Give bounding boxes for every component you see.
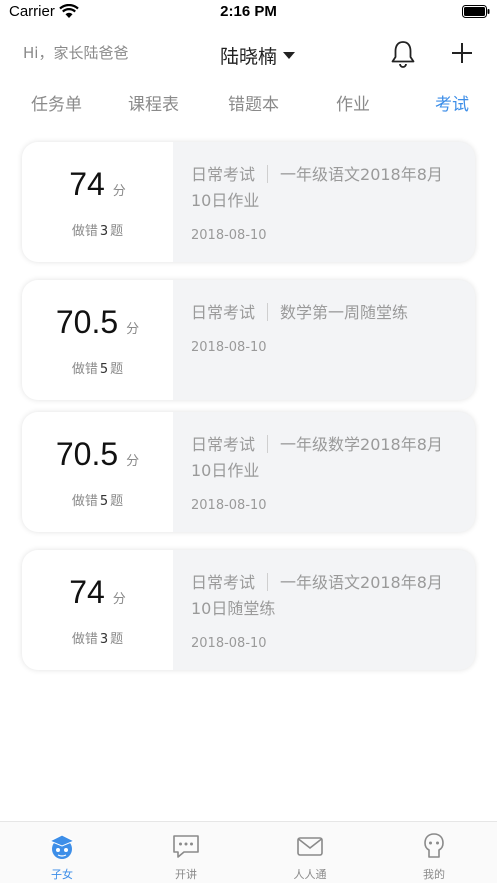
- exam-date: 2018-08-10: [191, 498, 267, 513]
- plus-icon[interactable]: [450, 41, 474, 65]
- exam-title: 数学第一周随堂练: [280, 303, 409, 322]
- exam-title-cont: 10日作业: [191, 191, 260, 210]
- wrong-count: 做错 5 题: [71, 494, 124, 509]
- profile-face-icon: [424, 833, 444, 858]
- wrong-count: 做错 3 题: [71, 224, 124, 239]
- nav-item-profile[interactable]: 我的: [372, 822, 496, 883]
- bell-icon[interactable]: [390, 40, 416, 68]
- tab-mistakes[interactable]: 错题本: [228, 90, 279, 115]
- exam-type: 日常考试: [191, 573, 256, 592]
- exam-score: 70.5: [55, 436, 119, 472]
- tab-task-list[interactable]: 任务单: [31, 90, 82, 115]
- status-bar: Carrier 2:16 PM: [0, 0, 497, 26]
- divider: [267, 165, 269, 183]
- exam-title-cont: 10日随堂练: [191, 599, 276, 618]
- exam-date: 2018-08-10: [191, 228, 267, 243]
- nav-item-lecture[interactable]: 开讲: [124, 822, 248, 883]
- battery-icon: [462, 5, 490, 18]
- score-unit: 分: [126, 454, 140, 469]
- exam-card[interactable]: 74 分 做错 3 题 日常考试 一年级语文2018年8月 10日随堂练 2018-08…: [22, 550, 475, 670]
- screen: Carrier 2:16 PM Hi，家长陆爸爸 陆晓楠 任务单 课程表 错题本…: [0, 0, 497, 883]
- score-panel: 70.5 分 做错 5 题: [22, 280, 173, 400]
- exam-card[interactable]: 74 分 做错 3 题 日常考试 一年级语文2018年8月 10日作业 2018-08-…: [22, 142, 475, 262]
- score-panel: 74 分 做错 3 题: [22, 142, 173, 262]
- header: Hi，家长陆爸爸 陆晓楠: [0, 30, 497, 76]
- exam-score: 74: [69, 574, 105, 610]
- score-unit: 分: [126, 322, 140, 337]
- chat-bubble-icon: [173, 835, 199, 858]
- score-unit: 分: [112, 184, 126, 199]
- exam-date: 2018-08-10: [191, 636, 267, 651]
- wrong-count: 做错 5 题: [71, 362, 124, 377]
- exam-card[interactable]: 70.5 分 做错 5 题 日常考试 一年级数学2018年8月 10日作业 2018-0…: [22, 412, 475, 532]
- wrong-count: 做错 3 题: [71, 632, 124, 647]
- exam-card[interactable]: 70.5 分 做错 5 题 日常考试 数学第一周随堂练 2018-08-10: [22, 280, 475, 400]
- score-unit: 分: [112, 592, 126, 607]
- exam-title: 一年级数学2018年8月: [280, 435, 443, 454]
- exam-info: 日常考试 一年级语文2018年8月 10日作业: [191, 162, 459, 214]
- tab-exam[interactable]: 考试: [435, 90, 469, 115]
- nav-item-messages[interactable]: 人人通: [248, 822, 372, 883]
- divider: [267, 303, 269, 321]
- caret-down-icon: [283, 52, 296, 59]
- exam-info: 日常考试 数学第一周随堂练: [191, 300, 459, 326]
- exam-type: 日常考试: [191, 435, 256, 454]
- exam-score: 70.5: [55, 304, 119, 340]
- nav-label: 子女: [51, 868, 73, 881]
- bottom-nav: 子女 开讲 人人通 我的: [0, 821, 497, 883]
- child-selector[interactable]: 陆晓楠: [220, 42, 296, 69]
- graduation-cap-icon: [48, 834, 76, 859]
- exam-info: 日常考试 一年级数学2018年8月 10日作业: [191, 432, 459, 484]
- nav-label: 我的: [423, 868, 445, 881]
- exam-title: 一年级语文2018年8月: [280, 165, 443, 184]
- divider: [267, 435, 269, 453]
- greeting-text: Hi，家长陆爸爸: [23, 44, 129, 62]
- tab-bar: 任务单 课程表 错题本 作业 考试: [0, 90, 497, 122]
- exam-score: 74: [69, 166, 105, 202]
- nav-item-children[interactable]: 子女: [0, 822, 124, 883]
- divider: [267, 573, 269, 591]
- exam-type: 日常考试: [191, 165, 256, 184]
- exam-date: 2018-08-10: [191, 340, 267, 355]
- exam-type: 日常考试: [191, 303, 256, 322]
- tab-schedule[interactable]: 课程表: [128, 90, 179, 115]
- score-panel: 74 分 做错 3 题: [22, 550, 173, 670]
- child-name: 陆晓楠: [220, 46, 278, 68]
- score-panel: 70.5 分 做错 5 题: [22, 412, 173, 532]
- envelope-icon: [297, 837, 323, 856]
- exam-info: 日常考试 一年级语文2018年8月 10日随堂练: [191, 570, 459, 622]
- nav-label: 开讲: [175, 868, 197, 881]
- exam-title: 一年级语文2018年8月: [280, 573, 443, 592]
- clock: 2:16 PM: [220, 3, 277, 20]
- exam-title-cont: 10日作业: [191, 461, 260, 480]
- nav-label: 人人通: [293, 868, 327, 881]
- tab-homework[interactable]: 作业: [336, 90, 370, 115]
